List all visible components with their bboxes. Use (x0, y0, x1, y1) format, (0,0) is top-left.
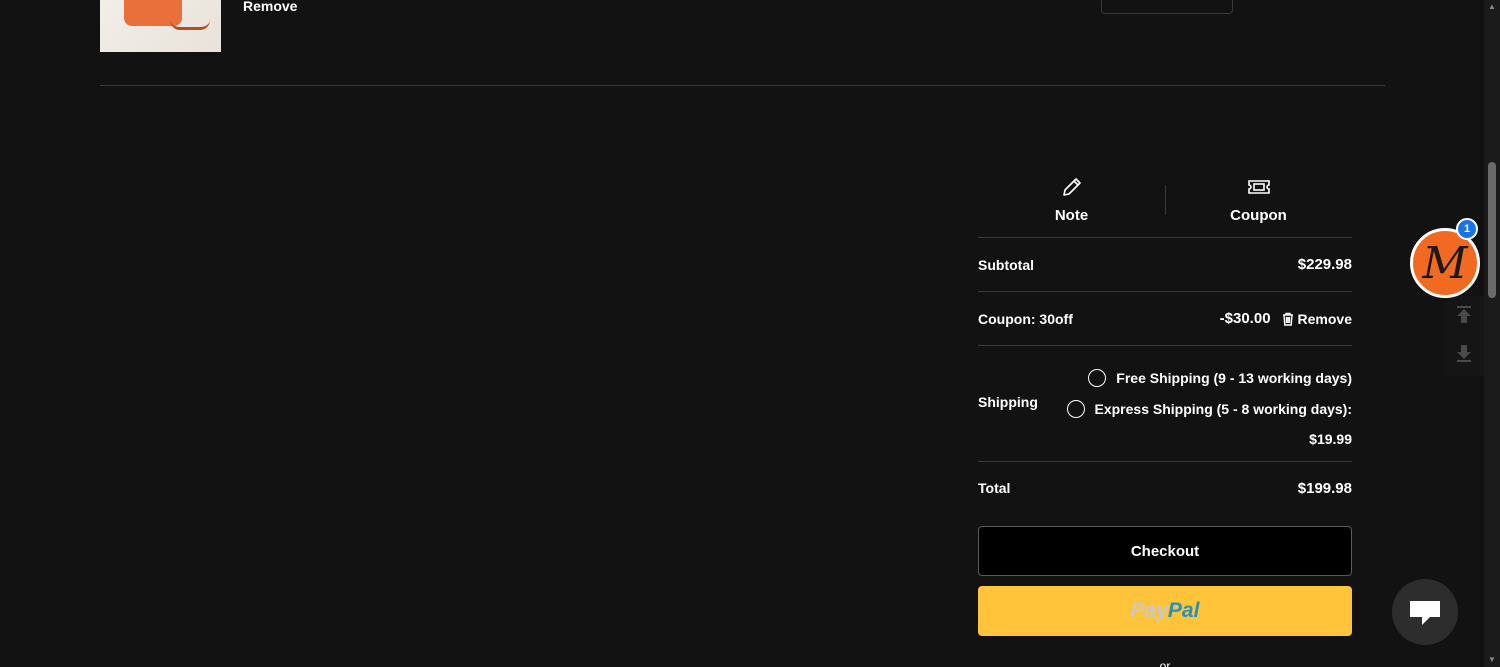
cart-divider (100, 85, 1385, 86)
paypal-button[interactable]: Pay Pal (978, 586, 1352, 636)
chat-icon (1410, 601, 1440, 625)
shipping-label: Shipping (978, 394, 1038, 410)
free-shipping-radio[interactable] (1088, 368, 1107, 387)
coupon-label: Coupon (1230, 207, 1287, 224)
shipping-row: Shipping Free Shipping (9 - 13 working d… (978, 346, 1352, 462)
arrow-up-icon (1457, 306, 1471, 323)
note-label: Note (1054, 207, 1089, 224)
scrollbar-thumb[interactable] (1488, 162, 1496, 298)
notification-count-badge: 1 (1456, 218, 1478, 240)
ticket-icon (1247, 180, 1270, 194)
express-shipping-label: Express Shipping (5 - 8 working days): (1094, 400, 1353, 417)
remove-item-link[interactable]: Remove (243, 0, 297, 14)
express-shipping-price: $19.99 (1309, 431, 1352, 447)
express-shipping-option[interactable]: Express Shipping (5 - 8 working days): (1066, 393, 1353, 424)
or-divider: or (1159, 659, 1171, 667)
arrow-down-icon (1457, 345, 1471, 362)
express-shipping-radio[interactable] (1066, 399, 1085, 418)
free-shipping-option[interactable]: Free Shipping (9 - 13 working days) (1067, 362, 1352, 393)
pencil-icon (1062, 178, 1081, 196)
remove-coupon-button[interactable]: Remove (1281, 311, 1352, 327)
remove-coupon-label: Remove (1297, 310, 1352, 327)
shipping-options: Free Shipping (9 - 13 working days) Expr… (1066, 362, 1353, 455)
total-value: $199.98 (1297, 479, 1352, 497)
product-image[interactable] (100, 0, 221, 52)
paypal-logo-pal: Pal (1167, 599, 1200, 622)
paypal-logo-pay: Pay (1130, 599, 1168, 622)
scroll-to-top-button[interactable] (1444, 296, 1484, 334)
coupon-right: -$30.00 Remove (1220, 310, 1352, 327)
subtotal-value: $229.98 (1297, 256, 1352, 273)
scrollbar-up-arrow[interactable]: ▲ (1488, 2, 1496, 11)
checkout-button[interactable]: Checkout (978, 526, 1352, 576)
quantity-field[interactable] (1101, 0, 1233, 14)
coupon-button[interactable]: Coupon (1165, 160, 1352, 237)
order-summary: Note Coupon Subtotal $229.98 Coupon: 30o… (978, 160, 1352, 636)
total-label: Total (978, 480, 1011, 496)
cart-actions: Note Coupon (978, 160, 1352, 238)
action-separator (1165, 185, 1166, 215)
scroll-tools (1444, 296, 1484, 376)
free-shipping-label: Free Shipping (9 - 13 working days) (1116, 369, 1352, 386)
coupon-code-label: Coupon: 30off (978, 310, 1073, 327)
scroll-to-bottom-button[interactable] (1444, 334, 1484, 372)
chat-button[interactable] (1392, 579, 1458, 645)
total-row: Total $199.98 (978, 462, 1352, 514)
subtotal-label: Subtotal (978, 256, 1034, 273)
bag-strap (170, 20, 210, 30)
note-button[interactable]: Note (978, 160, 1165, 237)
page-scrollbar[interactable]: ▲ ▼ (1484, 0, 1500, 667)
coupon-discount-value: -$30.00 (1219, 310, 1271, 327)
coupon-row: Coupon: 30off -$30.00 Remove (978, 292, 1352, 346)
trash-icon (1282, 312, 1293, 326)
subtotal-row: Subtotal $229.98 (978, 238, 1352, 292)
scrollbar-down-arrow[interactable]: ▼ (1488, 655, 1496, 664)
